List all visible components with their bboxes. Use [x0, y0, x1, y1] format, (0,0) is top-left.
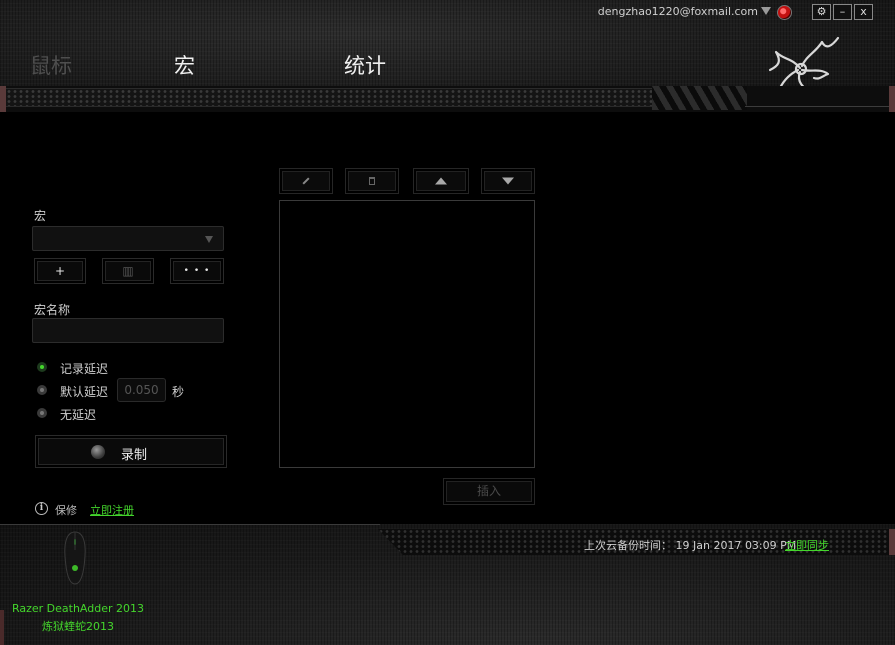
add-macro-button[interactable]: +	[34, 258, 86, 284]
arrow-down-icon	[502, 177, 514, 185]
macro-name-input[interactable]	[32, 318, 224, 343]
chevron-down-icon	[205, 236, 213, 243]
last-backup-text: 上次云备份时间： 19 Jan 2017 03:09 PM	[584, 537, 796, 553]
pencil-icon	[302, 177, 310, 185]
macro-section-label: 宏	[34, 209, 47, 223]
delay-unit-label: 秒	[172, 385, 185, 399]
delete-event-button[interactable]	[345, 168, 399, 194]
record-delay-label: 记录延迟	[60, 362, 109, 376]
no-delay-radio[interactable]	[37, 408, 47, 418]
record-delay-radio[interactable]	[37, 362, 47, 372]
tab-stats[interactable]: 统计	[344, 50, 386, 80]
default-delay-label: 默认延迟	[60, 385, 109, 399]
move-up-button[interactable]	[413, 168, 469, 194]
record-button[interactable]: 录制	[35, 435, 227, 468]
tab-macro[interactable]: 宏	[174, 50, 195, 80]
macro-select[interactable]	[32, 226, 224, 251]
settings-button[interactable]: ⚙	[812, 4, 831, 20]
close-button[interactable]: x	[854, 4, 873, 20]
register-now-link[interactable]: 立即注册	[90, 502, 134, 518]
macro-name-label: 宏名称	[34, 303, 71, 317]
default-delay-input[interactable]: 0.050	[117, 378, 166, 402]
sync-status-icon[interactable]	[777, 5, 792, 20]
more-options-button[interactable]: • • •	[170, 258, 224, 284]
edit-event-button[interactable]	[279, 168, 333, 194]
macro-event-list[interactable]	[279, 200, 535, 468]
account-email[interactable]: dengzhao1220@foxmail.com	[598, 5, 758, 18]
header-edge-line	[745, 106, 895, 107]
device-name-en: Razer DeathAdder 2013	[11, 602, 145, 615]
no-delay-label: 无延迟	[60, 408, 97, 422]
window-controls: ⚙ – x	[812, 4, 873, 20]
record-button-label: 录制	[121, 448, 148, 463]
account-dropdown-icon[interactable]	[761, 7, 771, 15]
move-down-button[interactable]	[481, 168, 535, 194]
tab-mouse[interactable]: 鼠标	[30, 50, 72, 80]
arrow-up-icon	[435, 177, 447, 185]
header-slash-decoration	[652, 86, 747, 110]
device-name-cn: 炼狱蝰蛇2013	[42, 620, 114, 633]
record-icon	[91, 445, 105, 459]
mouse-device-icon[interactable]	[62, 530, 88, 586]
header-left-accent	[0, 86, 6, 112]
footer-edge-line	[0, 524, 380, 525]
sync-now-link[interactable]: 立即同步	[785, 537, 829, 553]
last-backup-time: 19 Jan 2017 03:09 PM	[675, 539, 797, 552]
warranty-label: 保修	[55, 504, 77, 517]
minimize-button[interactable]: –	[833, 4, 852, 20]
footer-right-accent	[889, 529, 895, 555]
trash-icon	[369, 177, 375, 185]
header-texture-strip	[6, 88, 654, 107]
last-backup-label: 上次云备份时间：	[584, 539, 672, 552]
default-delay-radio[interactable]	[37, 385, 47, 395]
delete-macro-button[interactable]: ▥	[102, 258, 154, 284]
header-right-accent	[889, 86, 895, 112]
info-icon: i	[35, 502, 48, 515]
insert-button[interactable]: 插入	[443, 478, 535, 505]
